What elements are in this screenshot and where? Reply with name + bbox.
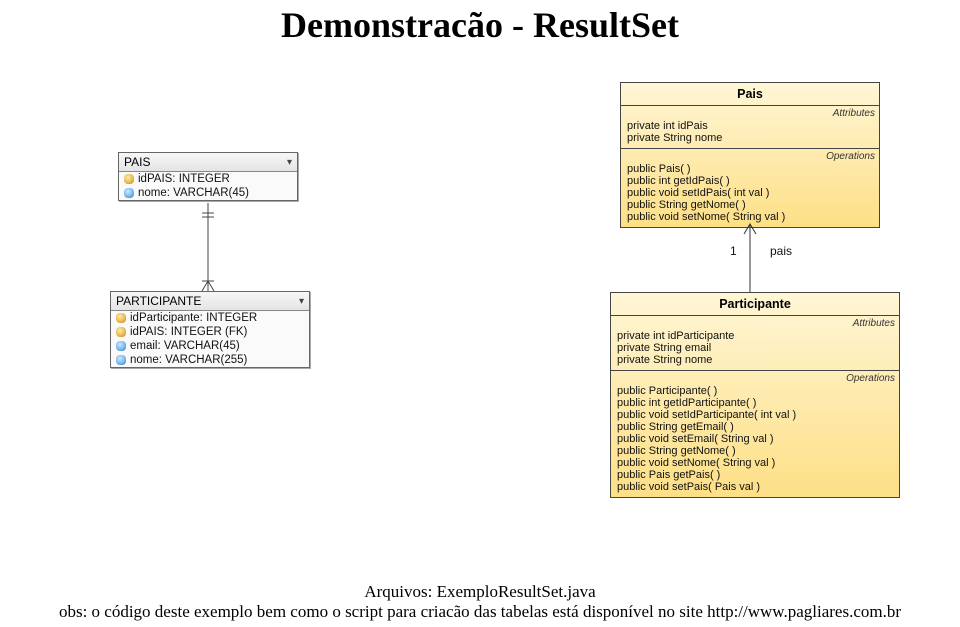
uml-class-participante: Participante Attributes private int idPa… [610, 292, 900, 498]
uml-operation: public String getEmail( ) [617, 421, 893, 433]
uml-operation: public void setPais( Pais val ) [617, 481, 893, 493]
db-column-row: idPAIS: INTEGER [119, 172, 297, 186]
db-column-row: idParticipante: INTEGER [111, 311, 309, 325]
db-table-header: PAIS ▾ [119, 153, 297, 172]
db-column-row: nome: VARCHAR(255) [111, 353, 309, 367]
page-title: Demonstracão - ResultSet [0, 4, 960, 46]
db-table-participante: PARTICIPANTE ▾ idParticipante: INTEGER i… [110, 291, 310, 368]
uml-attributes: Attributes private int idParticipante pr… [611, 316, 899, 371]
db-column-label: email: VARCHAR(45) [130, 340, 240, 352]
chevron-down-icon: ▾ [287, 157, 292, 168]
key-icon [116, 327, 126, 337]
db-table-name: PARTICIPANTE [116, 294, 201, 308]
db-column-label: nome: VARCHAR(255) [130, 354, 247, 366]
uml-operations: Operations public Pais( ) public int get… [621, 149, 879, 227]
column-icon [116, 355, 126, 365]
uml-operation: public Participante( ) [617, 385, 893, 397]
uml-attribute: private int idParticipante [617, 330, 893, 342]
uml-operation: public Pais getPais( ) [617, 469, 893, 481]
uml-operation: public int getIdPais( ) [627, 175, 873, 187]
uml-section-label: Attributes [627, 108, 875, 119]
uml-operation: public String getNome( ) [627, 199, 873, 211]
db-table-header: PARTICIPANTE ▾ [111, 292, 309, 311]
db-column-label: idPAIS: INTEGER [138, 173, 230, 185]
uml-operation: public void setIdPais( int val ) [627, 187, 873, 199]
uml-operation: public void setNome( String val ) [617, 457, 893, 469]
caption-url: http://www.pagliares.com.br [707, 602, 901, 621]
uml-multiplicity: 1 [730, 244, 737, 258]
uml-attribute: private String nome [627, 132, 873, 144]
uml-class-name: Participante [611, 293, 899, 316]
db-column-label: idPAIS: INTEGER (FK) [130, 326, 247, 338]
caption: Arquivos: ExemploResultSet.java obs: o c… [0, 582, 960, 622]
uml-attribute: private int idPais [627, 120, 873, 132]
uml-association [740, 224, 764, 294]
caption-line2a: obs: o código deste exemplo bem como o s… [59, 602, 707, 621]
uml-attributes: Attributes private int idPais private St… [621, 106, 879, 149]
key-icon [116, 313, 126, 323]
chevron-down-icon: ▾ [299, 296, 304, 307]
uml-operations: Operations public Participante( ) public… [611, 371, 899, 497]
caption-line1: Arquivos: ExemploResultSet.java [364, 582, 595, 601]
uml-section-label: Operations [627, 151, 875, 162]
db-table-pais: PAIS ▾ idPAIS: INTEGER nome: VARCHAR(45) [118, 152, 298, 201]
uml-operation: public void setNome( String val ) [627, 211, 873, 223]
uml-class-name: Pais [621, 83, 879, 106]
db-table-name: PAIS [124, 155, 150, 169]
uml-section-label: Attributes [617, 318, 895, 329]
uml-operation: public void setIdParticipante( int val ) [617, 409, 893, 421]
db-column-row: nome: VARCHAR(45) [119, 186, 297, 200]
uml-role-name: pais [770, 244, 792, 258]
uml-operation: public Pais( ) [627, 163, 873, 175]
uml-section-label: Operations [617, 373, 895, 384]
db-column-row: idPAIS: INTEGER (FK) [111, 325, 309, 339]
uml-operation: public String getNome( ) [617, 445, 893, 457]
key-icon [124, 174, 134, 184]
db-column-label: nome: VARCHAR(45) [138, 187, 249, 199]
uml-operation: public void setEmail( String val ) [617, 433, 893, 445]
db-column-label: idParticipante: INTEGER [130, 312, 257, 324]
uml-attribute: private String nome [617, 354, 893, 366]
db-column-row: email: VARCHAR(45) [111, 339, 309, 353]
uml-attribute: private String email [617, 342, 893, 354]
column-icon [116, 341, 126, 351]
uml-class-pais: Pais Attributes private int idPais priva… [620, 82, 880, 228]
column-icon [124, 188, 134, 198]
relation-line [200, 203, 220, 293]
uml-operation: public int getIdParticipante( ) [617, 397, 893, 409]
